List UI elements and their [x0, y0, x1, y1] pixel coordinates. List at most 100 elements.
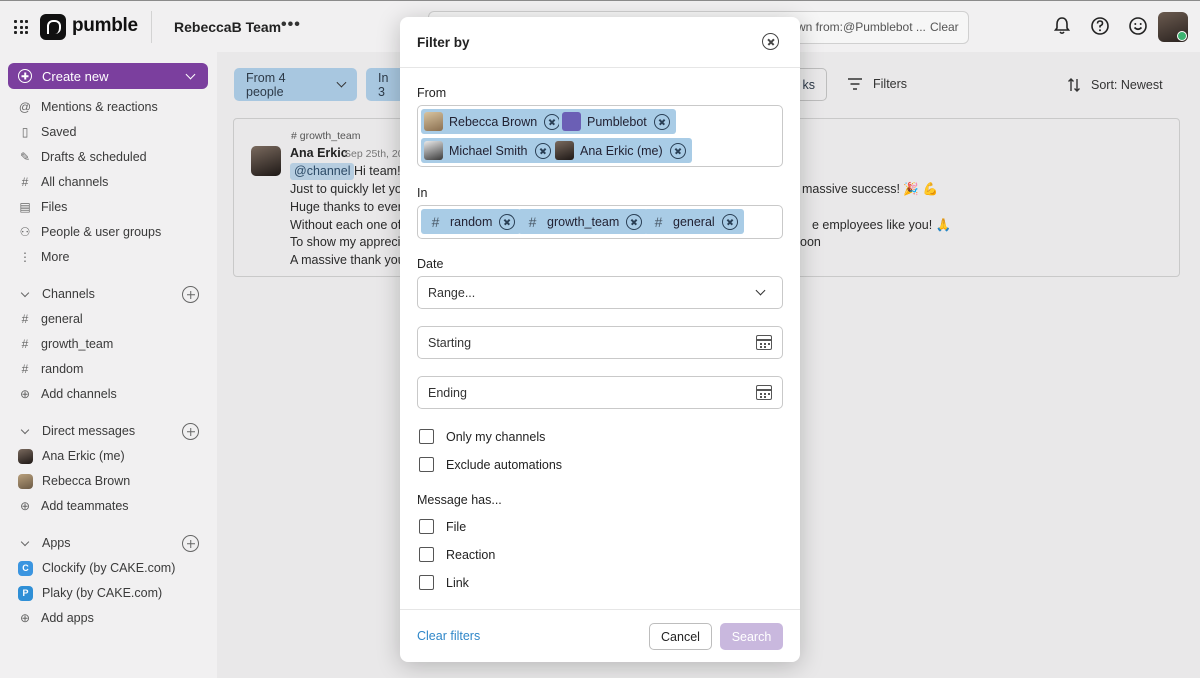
sidebar-item-more[interactable]: ⋮ More: [18, 247, 69, 267]
checkbox[interactable]: [419, 547, 434, 562]
message-line: massive success! 🎉 💪: [802, 182, 939, 196]
create-new-label: Create new: [42, 68, 109, 84]
add-app-icon[interactable]: [182, 535, 199, 552]
chevron-down-icon: [755, 285, 766, 296]
ending-date-field[interactable]: Ending: [417, 376, 783, 409]
only-my-channels-checkbox[interactable]: Only my channels: [419, 429, 545, 444]
sidebar-dm-rebecca[interactable]: Rebecca Brown: [18, 471, 130, 491]
cancel-button[interactable]: Cancel: [649, 623, 712, 650]
at-icon: @: [18, 100, 32, 114]
channel-chip-general: # general: [644, 209, 744, 234]
chevron-down-icon: [336, 77, 347, 88]
starting-date-field[interactable]: Starting: [417, 326, 783, 359]
sidebar-item-label: People & user groups: [41, 225, 162, 239]
remove-chip-icon[interactable]: [626, 213, 643, 230]
channel-label: random: [41, 362, 84, 376]
hash-icon: #: [21, 362, 29, 376]
channel-mention[interactable]: @channel: [290, 163, 355, 180]
remove-chip-icon[interactable]: [721, 213, 738, 230]
add-apps-link[interactable]: ⊕ Add apps: [18, 608, 94, 628]
checkbox[interactable]: [419, 575, 434, 590]
section-title: Direct messages: [42, 424, 136, 438]
close-icon[interactable]: [762, 33, 779, 50]
remove-chip-icon[interactable]: [544, 113, 561, 130]
apps-section-header[interactable]: Apps: [18, 533, 71, 553]
sidebar-item-drafts[interactable]: ✎ Drafts & scheduled: [18, 147, 147, 167]
pill-label: In 3: [378, 70, 389, 99]
message-author[interactable]: Ana Erkic: [290, 146, 348, 160]
user-avatar[interactable]: [1158, 12, 1188, 42]
sidebar-dm-ana[interactable]: Ana Erkic (me): [18, 446, 125, 466]
checkbox[interactable]: [419, 429, 434, 444]
add-dm-icon[interactable]: [182, 423, 199, 440]
section-title: Channels: [42, 287, 95, 301]
has-link-checkbox[interactable]: Link: [419, 575, 469, 590]
select-value: Range...: [428, 285, 476, 300]
avatar: [424, 141, 443, 160]
checkbox[interactable]: [419, 519, 434, 534]
people-icon: ⚇: [19, 225, 31, 239]
sidebar-app-clockify[interactable]: C Clockify (by CAKE.com): [18, 558, 175, 578]
emoji-status-icon[interactable]: [1128, 16, 1148, 36]
sidebar-channel-general[interactable]: # general: [18, 309, 83, 329]
bell-icon[interactable]: [1052, 16, 1072, 36]
sidebar-item-label: All channels: [41, 175, 109, 189]
add-teammates-link[interactable]: ⊕ Add teammates: [18, 496, 129, 516]
remove-chip-icon[interactable]: [669, 142, 686, 159]
calendar-icon[interactable]: [756, 335, 772, 350]
exclude-automations-checkbox[interactable]: Exclude automations: [419, 457, 562, 472]
message-line: Without each one of y: [290, 218, 411, 232]
create-new-button[interactable]: Create new: [8, 63, 208, 89]
sidebar-item-saved[interactable]: ▯ Saved: [18, 122, 77, 142]
remove-chip-icon[interactable]: [653, 113, 670, 130]
avatar[interactable]: [251, 146, 281, 176]
team-name[interactable]: RebeccaB Team: [174, 19, 281, 35]
team-menu-button[interactable]: •••: [281, 16, 301, 34]
date-range-select[interactable]: Range...: [417, 276, 783, 309]
hash-icon: #: [21, 175, 29, 189]
calendar-icon[interactable]: [756, 385, 772, 400]
checkbox[interactable]: [419, 457, 434, 472]
sidebar-item-people[interactable]: ⚇ People & user groups: [18, 222, 162, 242]
channels-section-header[interactable]: Channels: [18, 284, 95, 304]
has-reaction-checkbox[interactable]: Reaction: [419, 547, 495, 562]
hash-icon: #: [21, 337, 29, 351]
message-line: e employees like you! 🙏: [812, 218, 952, 232]
sidebar-item-files[interactable]: ▤ Files: [18, 197, 67, 217]
in-channels-input[interactable]: # random # growth_team # general: [417, 205, 783, 239]
sidebar-item-mentions[interactable]: @ Mentions & reactions: [18, 97, 158, 117]
person-chip-michael: Michael Smith: [421, 138, 557, 163]
message-timestamp: Sep 25th, 20: [344, 148, 404, 160]
add-channel-icon[interactable]: [182, 286, 199, 303]
search-button[interactable]: Search: [720, 623, 783, 650]
message-has-label: Message has...: [417, 493, 502, 507]
from-people-input[interactable]: Rebecca Brown Pumblebot Michael Smith An…: [417, 105, 783, 167]
apps-grid-icon[interactable]: [14, 20, 28, 34]
search-clear-button[interactable]: Clear: [930, 20, 959, 34]
sidebar-item-label: Saved: [41, 125, 77, 139]
message-line: To show my apprecia: [290, 235, 408, 249]
sidebar-app-plaky[interactable]: P Plaky (by CAKE.com): [18, 583, 162, 603]
sidebar-item-label: Files: [41, 200, 68, 214]
dm-section-header[interactable]: Direct messages: [18, 421, 135, 441]
section-title: Apps: [42, 536, 71, 550]
from-filter-pill[interactable]: From 4 people: [234, 68, 357, 101]
remove-chip-icon[interactable]: [534, 142, 551, 159]
clockify-icon: C: [18, 560, 33, 576]
clear-filters-link[interactable]: Clear filters: [417, 629, 480, 643]
field-placeholder: Starting: [428, 335, 472, 350]
checkbox-label: Exclude automations: [446, 457, 563, 472]
sidebar-channel-random[interactable]: # random: [18, 359, 84, 379]
chip-label: random: [450, 214, 493, 229]
channel-chip-growth-team: # growth_team: [518, 209, 649, 234]
app-label: Clockify (by CAKE.com): [42, 561, 176, 575]
has-file-checkbox[interactable]: File: [419, 519, 466, 534]
remove-chip-icon[interactable]: [499, 213, 516, 230]
sidebar-channel-growth-team[interactable]: # growth_team: [18, 334, 114, 354]
filters-button[interactable]: Filters: [847, 77, 907, 91]
message-channel[interactable]: # growth_team: [291, 130, 360, 142]
sort-button[interactable]: Sort: Newest: [1067, 77, 1163, 93]
add-channels-link[interactable]: ⊕ Add channels: [18, 384, 117, 404]
sidebar-item-all-channels[interactable]: # All channels: [18, 172, 109, 192]
help-icon[interactable]: [1090, 16, 1110, 36]
